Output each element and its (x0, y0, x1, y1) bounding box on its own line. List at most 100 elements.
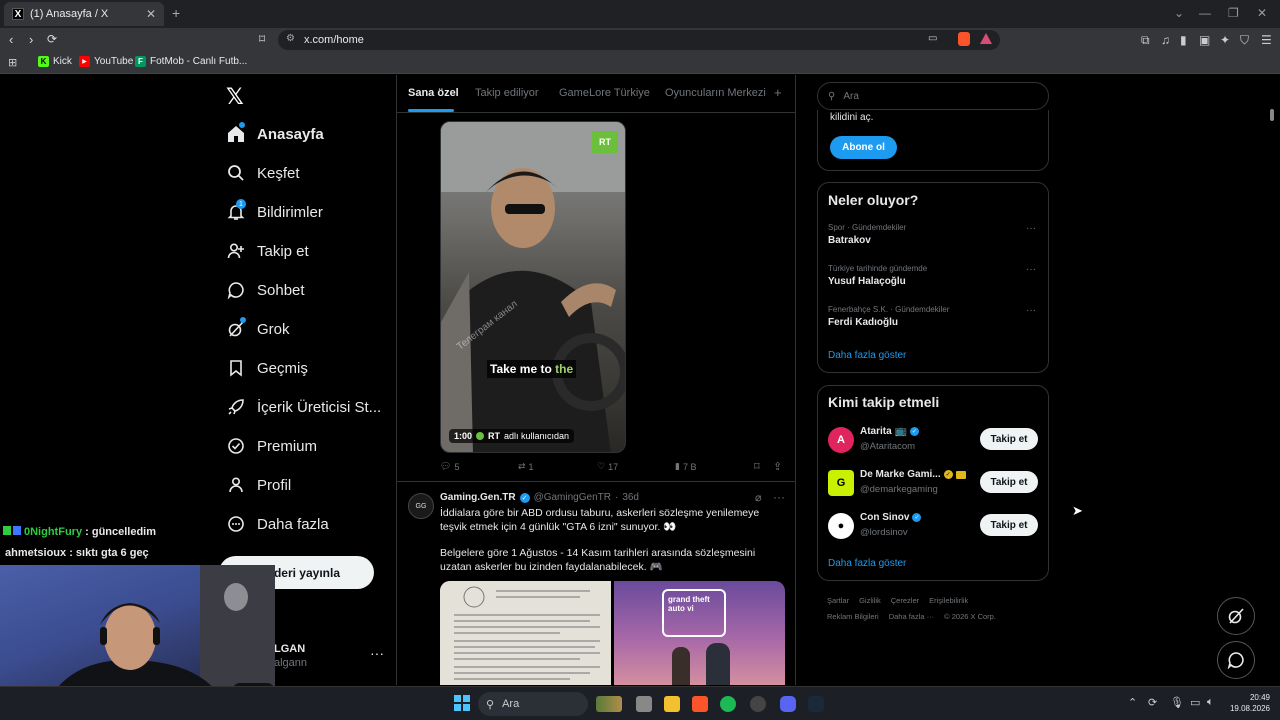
discord-icon[interactable] (780, 696, 796, 712)
post-video[interactable]: RT Телеграм канал Take me to the 1:00 RT… (440, 121, 626, 453)
tab-search-icon[interactable]: ⌄ (1174, 6, 1184, 20)
maximize-button[interactable]: ❐ (1228, 6, 1239, 20)
nav-home[interactable]: Anasayfa (226, 122, 324, 144)
leo-ai-icon[interactable]: ✦ (1220, 33, 1230, 47)
reply-button[interactable]: 💬︎ 5 (440, 461, 459, 472)
site-settings-icon[interactable]: ⚙ (286, 33, 295, 44)
follow-button[interactable]: Takip et (980, 428, 1038, 450)
grok-float-button[interactable] (1217, 597, 1255, 635)
task-view-icon[interactable] (636, 696, 652, 712)
nav-profile[interactable]: Profil (226, 475, 291, 495)
widgets-icon[interactable] (596, 696, 622, 712)
close-window-button[interactable]: ✕ (1257, 6, 1267, 20)
browser-tab[interactable]: X (1) Anasayfa / X ✕ (4, 2, 164, 26)
footer-link[interactable]: Erişilebilirlik (929, 596, 968, 605)
footer-link[interactable]: Çerezler (891, 596, 919, 605)
volume-icon[interactable]: 🔈︎ (1207, 696, 1214, 709)
brave-shield-icon[interactable] (958, 32, 970, 46)
sidebar-icon[interactable]: ▮ (1180, 33, 1187, 47)
footer-link[interactable]: Gizlilik (859, 596, 881, 605)
tab-following[interactable]: Takip ediliyor (475, 87, 539, 99)
extensions-icon[interactable]: ⧉ (1141, 33, 1150, 48)
bookmark-page-icon[interactable]: ⌑ (259, 32, 265, 46)
trend-more-icon[interactable]: ··· (1026, 305, 1036, 316)
suggestion-name[interactable]: Con Sinov ✓ (860, 512, 922, 523)
windows-start-icon[interactable] (454, 695, 470, 711)
like-button[interactable]: ♡ 17 (597, 461, 618, 472)
steam-icon[interactable] (808, 696, 824, 712)
author-name[interactable]: Gaming.Gen.TR (440, 492, 516, 503)
trend-more-icon[interactable]: ··· (1026, 223, 1036, 234)
network-icon[interactable]: ▭ (1190, 696, 1200, 709)
bookmark-youtube[interactable]: ▶ YouTube (79, 56, 133, 67)
post-more-icon[interactable]: ··· (773, 490, 785, 504)
author-handle[interactable]: @GamingGenTR (534, 492, 611, 503)
nav-grok[interactable]: Grok (226, 317, 290, 339)
repost-button[interactable]: ⇄ 1 (518, 461, 534, 472)
footer-link[interactable]: Şartlar (827, 596, 849, 605)
post-time[interactable]: 36d (622, 492, 639, 503)
avatar[interactable]: A (828, 427, 854, 453)
wallet-icon[interactable]: ▣ (1199, 33, 1210, 47)
nav-explore[interactable]: Keşfet (226, 163, 300, 183)
suggestion-name[interactable]: Atarita 📺 ✓ (860, 426, 919, 437)
taskbar-search[interactable]: ⚲ Ara (478, 692, 588, 716)
bookmark-kick[interactable]: K Kick (38, 56, 72, 67)
vpn-icon[interactable]: ⛉ (1240, 33, 1249, 48)
post-image-gta6[interactable]: Grand Theft Auto VI (614, 581, 785, 685)
footer-link[interactable]: Reklam Bilgileri (827, 612, 879, 621)
account-menu-icon[interactable]: ··· (370, 645, 384, 661)
new-tab-button[interactable]: + (172, 5, 180, 21)
nav-more[interactable]: Daha fazla (226, 514, 329, 534)
clock[interactable]: 20:49 19.08.2026 (1228, 692, 1270, 714)
trend-more-icon[interactable]: ··· (1026, 264, 1036, 275)
page-scrollbar-thumb[interactable] (1270, 109, 1274, 121)
cast-icon[interactable]: ▭ (928, 33, 937, 44)
trend-item[interactable]: Spor · Gündemdekiler Batrakov ··· (818, 219, 1048, 257)
footer-link[interactable]: Daha fazla ··· (889, 612, 934, 621)
trends-show-more[interactable]: Daha fazla göster (828, 350, 906, 361)
back-button[interactable]: ‹ (9, 32, 13, 47)
suggestion-name[interactable]: De Marke Gami... ✓ (860, 469, 966, 480)
nav-notifications[interactable]: 1 Bildirimler (226, 199, 323, 222)
file-explorer-icon[interactable] (664, 696, 680, 712)
close-tab-icon[interactable]: ✕ (146, 7, 156, 21)
minimize-button[interactable]: — (1199, 6, 1211, 20)
messages-float-button[interactable] (1217, 641, 1255, 679)
reload-button[interactable]: ⟳ (47, 32, 57, 46)
nav-bookmarks[interactable]: Geçmiş (226, 358, 308, 378)
add-tab-icon[interactable]: + (774, 85, 782, 100)
menu-icon[interactable]: ☰ (1261, 33, 1272, 47)
spotify-icon[interactable] (720, 696, 736, 712)
bookmark-fotmob[interactable]: F FotMob - Canlı Futb... (135, 56, 247, 67)
subscribe-button[interactable]: Abone ol (830, 136, 897, 159)
trend-item[interactable]: Türkiye tarihinde gündemde Yusuf Halaçoğ… (818, 260, 1048, 298)
url-field[interactable]: ⚙ x.com/home ▭ (278, 30, 1000, 50)
tray-app-icon[interactable]: ⟳ (1148, 696, 1157, 709)
search-input[interactable]: ⚲ Ara (817, 82, 1049, 110)
tab-for-you[interactable]: Sana özel (408, 87, 459, 99)
views-button[interactable]: ▮ 7 B (675, 461, 696, 472)
tab-gamelore[interactable]: GameLore Türkiye (559, 87, 650, 99)
nav-premium[interactable]: Premium (226, 436, 317, 456)
avatar[interactable]: ● (828, 513, 854, 539)
nav-chat[interactable]: Sohbet (226, 280, 305, 300)
tray-chevron-icon[interactable]: ⌃ (1128, 696, 1137, 709)
x-logo-icon[interactable]: 𝕏 (226, 84, 244, 110)
nav-creator-studio[interactable]: İçerik Üreticisi St... (226, 397, 381, 417)
forward-button[interactable]: › (29, 32, 33, 47)
trend-item[interactable]: Fenerbahçe S.K. · Gündemdekiler Ferdi Ka… (818, 301, 1048, 339)
share-button[interactable]: ⇪ (773, 460, 782, 473)
author-avatar[interactable]: GG (408, 493, 434, 519)
media-icon[interactable]: ♫ (1161, 33, 1170, 47)
obs-icon[interactable] (750, 696, 766, 712)
apps-grid-icon[interactable]: ⊞ (8, 56, 17, 69)
who-show-more[interactable]: Daha fazla göster (828, 558, 906, 569)
avatar[interactable]: G (828, 470, 854, 496)
post-image-document[interactable] (440, 581, 611, 685)
brave-rewards-icon[interactable] (980, 33, 992, 44)
tab-oyuncularin-merkezi[interactable]: Oyuncuların Merkezi (665, 87, 766, 99)
bookmark-button[interactable]: ⌑ (754, 460, 760, 473)
follow-button[interactable]: Takip et (980, 471, 1038, 493)
follow-button[interactable]: Takip et (980, 514, 1038, 536)
